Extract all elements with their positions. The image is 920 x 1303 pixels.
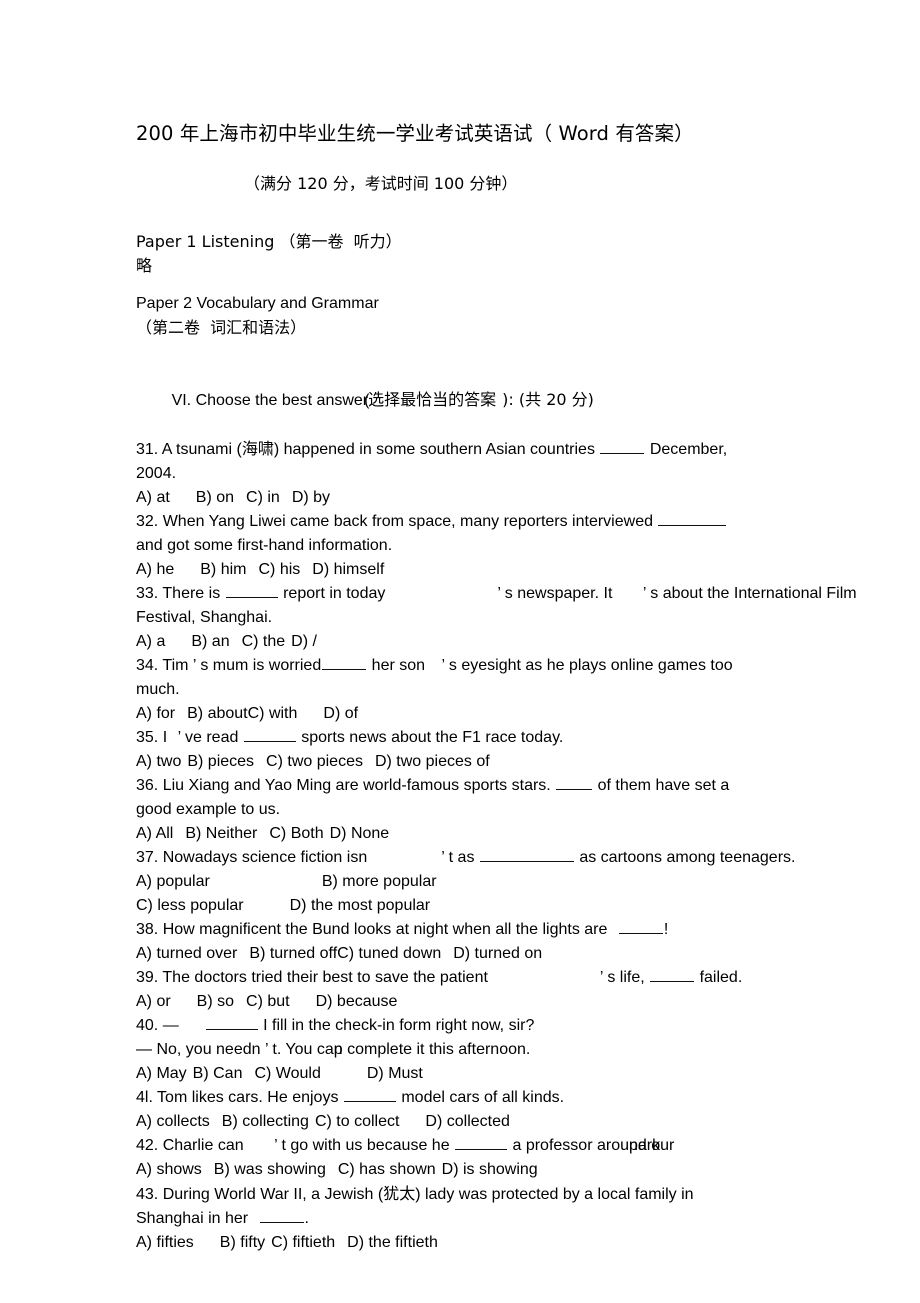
answer-blank [205,1016,258,1030]
section-heading-english: VI. Choose the best answer [171,391,369,409]
document-page: 200 年上海市初中毕业生统一学业考试英语试（ Word 有答案） （满分 12… [0,0,920,1303]
question-32-continuation: and got some first-hand information. [136,536,393,554]
paper2-subheading: （第二卷 词汇和语法） [136,317,307,337]
question-32-stem: 32. When Yang Liwei came back from space… [136,510,784,534]
question-41-stem: 4l. Tom likes cars. He enjoys model cars… [136,1088,565,1106]
answer-blank [658,512,727,526]
question-36-stem: 36. Liu Xiang and Yao Ming are world-fam… [136,776,730,794]
section-heading-tail: ): (共 20 分) [502,389,594,409]
question-43-options: A) fifties B) fifty C) fiftieth D) the fift… [136,1233,438,1251]
paper1-note: 略 [136,255,153,275]
question-36-options: A) All B) Neither C) Both D) None [136,824,390,842]
papers-block: Paper 1 Listening （第一卷 听力） 略 Paper 2 Voc… [136,192,784,340]
answer-blank [600,440,645,454]
question-37-stem: 37. Nowadays science fiction isn’ t as a… [136,848,796,866]
question-37-options-row1: A) popular B) more popular [136,872,437,890]
answer-blank [259,1209,304,1223]
question-31-stem: 31. A tsunami (海啸) happened in some sout… [136,438,728,458]
paper1-heading: Paper 1 Listening （第一卷 听力） [136,231,402,251]
overlapping-glyphs: n comp p [333,1040,387,1058]
question-33-continuation: Festival, Shanghai. [136,608,273,626]
section-heading: VI. Choose the best answer(选择最恰当的答案): (共… [171,389,594,409]
paper2-heading: Paper 2 Vocabulary and Grammar [136,294,379,312]
answer-blank [556,776,593,790]
question-35-options: A) two B) pieces C) two pieces D) two piece… [136,752,490,770]
answer-blank [243,728,296,742]
question-38-stem: 38. How magnificent the Bund looks at ni… [136,920,669,938]
question-31-continuation: 2004. [136,464,177,482]
question-38-options: A) turned over B) turned offC) tuned down… [136,944,543,962]
question-39-options: A) or B) so C) but D) because [136,992,398,1010]
section-heading-chinese: 选择最恰当的答案 [368,389,497,409]
question-34-stem: 34. Tim ’ s mum is worried her son ’ s e… [136,656,733,674]
question-43-continuation: Shanghai in her . [136,1209,309,1227]
question-32-options: A) he B) him C) his D) himself [136,560,385,578]
question-43-stem: 43. During World War II, a Jewish (犹太) l… [136,1183,694,1203]
question-31-options: A) at B) on C) in D) by [136,488,331,506]
answer-blank [479,848,574,862]
question-37-options-row2: C) less popular D) the most popular [136,896,431,914]
answer-blank [343,1088,396,1102]
question-42-options: A) shows B) was showing C) has shown D) is … [136,1160,538,1178]
question-35-stem: 35. I ’ ve read sports news about the F1… [136,728,564,746]
answer-blank [650,968,695,982]
answer-blank [225,584,278,598]
question-39-stem: 39. The doctors tried their best to save… [136,968,743,986]
question-33-stem: 33. There is report in today’ s newspape… [136,584,857,602]
question-40-dialogue-reply: ― No, you needn ’ t. You can comp p lete i… [136,1038,784,1062]
question-34-continuation: much. [136,680,180,698]
answer-blank [322,656,367,670]
question-42-stem: 42. Charlie can ’ t go with us because h… [136,1134,784,1158]
question-40-stem: 40. ― I fill in the check-in form right … [136,1016,535,1034]
page-title: 200 年上海市初中毕业生统一学业考试英语试（ Word 有答案） [136,122,694,145]
question-36-continuation: good example to us. [136,800,281,818]
answer-blank [618,920,663,934]
question-33-options: A) a B) an C) the D) / [136,632,317,650]
question-41-options: A) collects B) collecting C) to collect D) … [136,1112,510,1130]
overlapping-glyphs: nd our park [628,1136,675,1154]
page-subtitle: （满分 120 分，考试时间 100 分钟） [244,173,518,193]
question-40-options: A) May B) Can C) Would D) Must [136,1064,423,1082]
document-content: 200 年上海市初中毕业生统一学业考试英语试（ Word 有答案） （满分 12… [136,0,857,1255]
question-34-options: A) for B) aboutC) with D) of [136,704,359,722]
answer-blank [455,1136,508,1150]
